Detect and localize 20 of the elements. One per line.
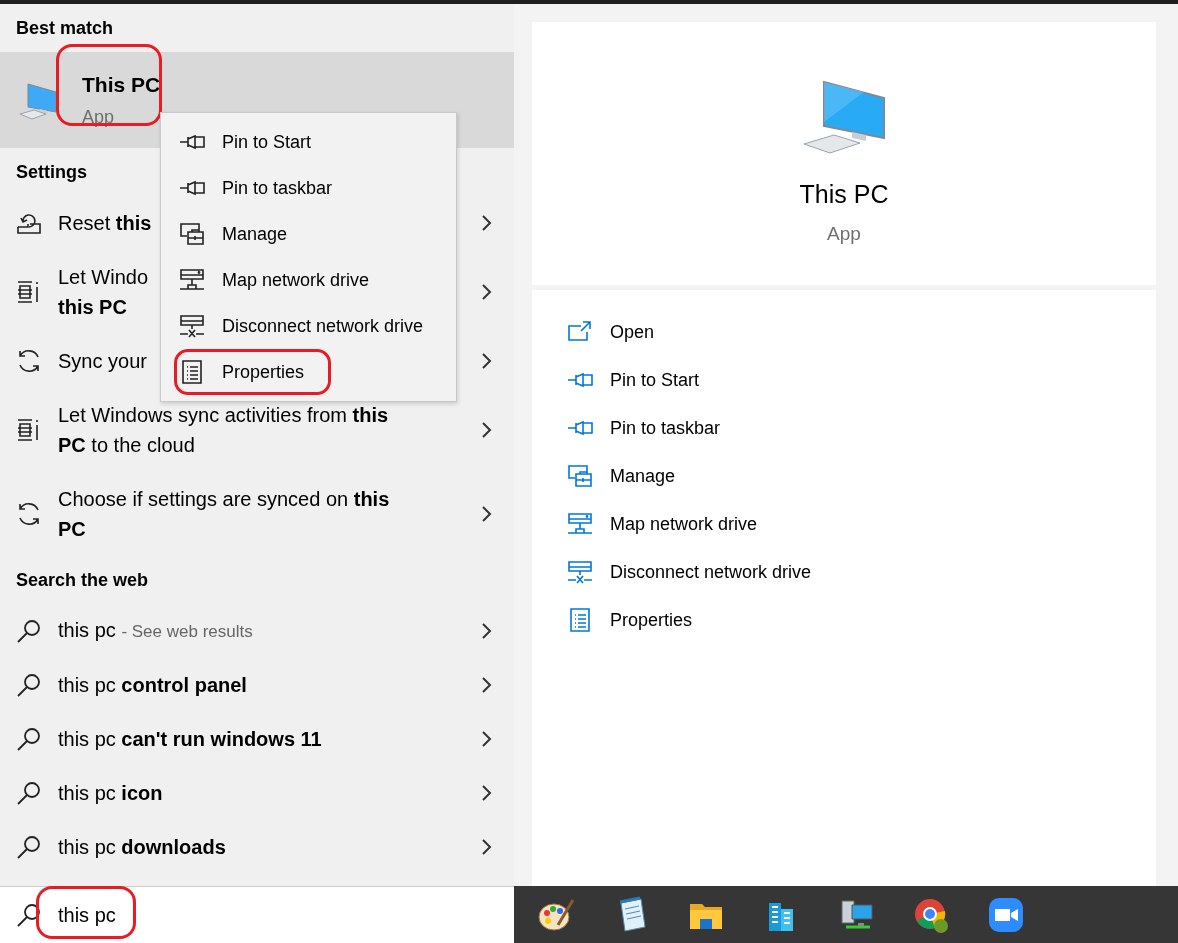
section-heading: Settings <box>15 160 88 184</box>
result-text: PC <box>58 517 86 542</box>
result-text: Let Windo <box>58 265 149 290</box>
result-text: this pc can't run windows 11 <box>58 728 322 750</box>
result-text: Reset this <box>58 211 152 236</box>
preview-title: This PC <box>799 179 889 210</box>
result-text: this pc <box>58 619 116 641</box>
result-title: This PC <box>82 71 161 97</box>
result-note: - See web results <box>121 622 253 641</box>
result-text: Let Windows sync activities from this <box>58 403 389 428</box>
result-text: Sync your <box>58 349 147 374</box>
result-text: this pc downloads <box>58 836 226 858</box>
result-text: PC to the cloud <box>58 433 195 458</box>
preview-subtitle: App <box>827 221 861 246</box>
section-heading: Best match <box>15 16 115 40</box>
result-text: this pc control panel <box>58 674 247 696</box>
result-text: Choose if settings are synced on this <box>58 487 390 512</box>
section-heading: Search the web <box>15 568 150 592</box>
result-text: this pc icon <box>58 782 163 804</box>
result-text: this PC <box>58 295 127 320</box>
